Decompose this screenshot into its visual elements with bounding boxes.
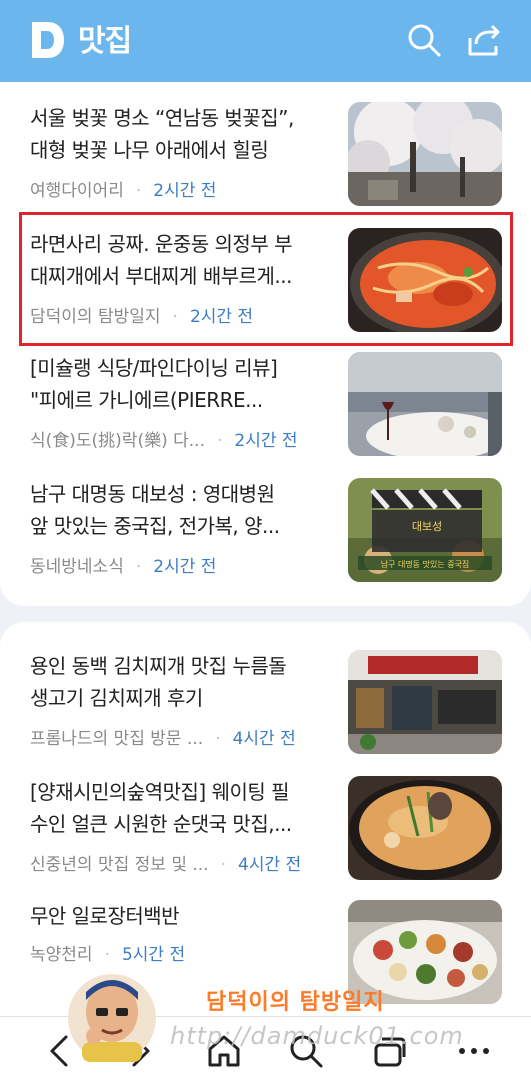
article-meta: 식(食)도(挑)락(樂) 다... · 2시간 전 [30, 431, 298, 451]
article-meta: 신중년의 맛집 정보 및 ... · 4시간 전 [30, 855, 302, 875]
article-item[interactable]: 서울 벚꽃 명소 “연남동 벚꽃집”, 대형 벚꽃 나무 아래에서 힐링 여행다… [30, 102, 502, 206]
article-time: 2시간 전 [153, 557, 217, 577]
article-item[interactable]: 용인 동백 김치찌개 맛집 누름돌 생고기 김치찌개 후기 프롬나드의 맛집 방… [30, 650, 502, 754]
article-title[interactable]: 무안 일로장터백반 [30, 900, 330, 932]
share-icon[interactable] [466, 22, 502, 58]
article-thumbnail[interactable]: 대보성 남구 대명동 맛있는 중국집 [348, 478, 502, 582]
article-title[interactable]: 서울 벚꽃 명소 “연남동 벚꽃집”, 대형 벚꽃 나무 아래에서 힐링 [30, 102, 330, 166]
article-meta: 녹양천리 · 5시간 전 [30, 945, 186, 965]
video-subtitle-text: 남구 대명동 맛있는 중국집 [381, 559, 470, 569]
article-title[interactable]: 남구 대명동 대보성 : 영대병원 앞 맛있는 중국집, 전가복, 양... [30, 478, 330, 542]
article-meta: 프롬나드의 맛집 방문 ... · 4시간 전 [30, 729, 296, 749]
article-thumbnail[interactable] [348, 352, 502, 456]
article-thumbnail[interactable] [348, 776, 502, 880]
article-item[interactable]: 남구 대명동 대보성 : 영대병원 앞 맛있는 중국집, 전가복, 양... 동… [30, 478, 502, 582]
app-header: 맛집 [0, 0, 531, 82]
article-meta: 동네방네소식 · 2시간 전 [30, 557, 217, 577]
article-time: 5시간 전 [121, 945, 186, 965]
article-source: 동네방네소식 [30, 557, 124, 577]
search-icon[interactable] [406, 22, 442, 58]
highlight-box [19, 212, 513, 346]
article-title[interactable]: [미슐랭 식당/파인다이닝 리뷰] "피에르 가니에르(PIERRE... [30, 352, 330, 416]
article-time: 4시간 전 [232, 729, 296, 749]
watermark-name: 담덕이의 탐방일지 [206, 990, 385, 1015]
article-source: 녹양천리 [30, 945, 93, 965]
article-time: 4시간 전 [238, 855, 302, 875]
article-source: 식(食)도(挑)락(樂) 다... [30, 431, 205, 451]
article-source: 프롬나드의 맛집 방문 ... [30, 729, 204, 749]
article-thumbnail[interactable] [348, 650, 502, 754]
daum-logo-icon[interactable] [30, 20, 66, 60]
article-title[interactable]: 용인 동백 김치찌개 맛집 누름돌 생고기 김치찌개 후기 [30, 650, 330, 714]
video-title-text: 대보성 [412, 520, 442, 533]
watermark-url: http://damduck01.com [170, 1022, 464, 1050]
watermark-avatar [68, 974, 156, 1062]
article-source: 여행다이어리 [30, 181, 124, 201]
article-source: 신중년의 맛집 정보 및 ... [30, 855, 209, 875]
article-title[interactable]: [양재시민의숲역맛집] 웨이팅 필 수인 얼큰 시원한 순댓국 맛집,... [30, 776, 330, 840]
article-time: 2시간 전 [234, 431, 298, 451]
section-title: 맛집 [78, 24, 132, 59]
article-meta: 여행다이어리 · 2시간 전 [30, 181, 217, 201]
article-time: 2시간 전 [153, 181, 217, 201]
article-item[interactable]: [미슐랭 식당/파인다이닝 리뷰] "피에르 가니에르(PIERRE... 식(… [30, 352, 502, 456]
article-item[interactable]: [양재시민의숲역맛집] 웨이팅 필 수인 얼큰 시원한 순댓국 맛집,... 신… [30, 776, 502, 880]
article-thumbnail[interactable] [348, 102, 502, 206]
